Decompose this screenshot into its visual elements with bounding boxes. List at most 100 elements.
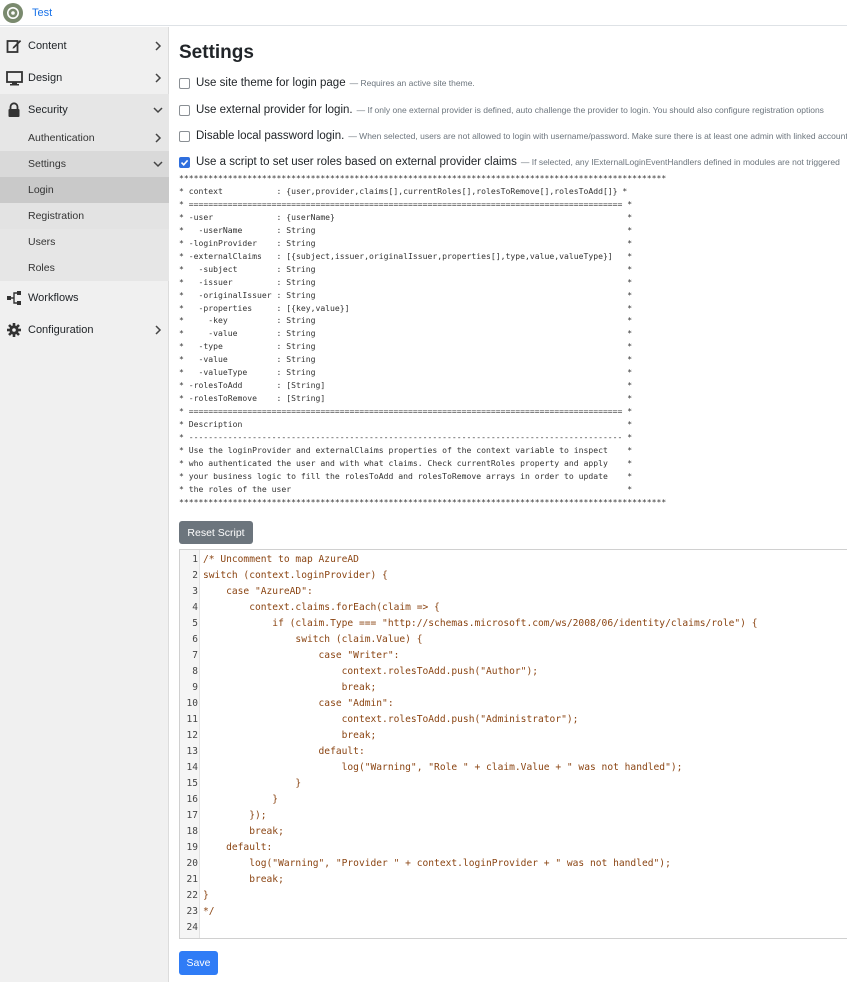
save-button[interactable]: Save [179,951,218,975]
sidebar-item-content[interactable]: Content [0,30,169,62]
doc-line: * --------------------------------------… [179,432,633,443]
orchard-logo-icon[interactable] [3,2,23,23]
option-disable-local-login[interactable]: Disable local password login. — When sel… [179,130,847,142]
code-line[interactable]: default: [203,746,365,757]
line-number-gutter: 1 2 3 4 5 6 7 8 9 10 11 12 13 14 15 16 17 18 19 20 21 22 23 24 [180,550,200,938]
code-line[interactable]: case "Admin": [203,698,394,709]
line-number: 19 [186,842,198,853]
code-line[interactable]: default: [203,842,272,853]
chevron-right-icon [147,41,169,51]
code-line[interactable]: case "Writer": [203,650,400,661]
edit-icon [0,38,28,54]
chevron-down-icon [147,160,169,168]
code-line[interactable]: } [203,794,278,805]
doc-line: * -valueType : String * [179,367,633,378]
doc-line: * context : {user,provider,claims[],curr… [179,185,628,196]
line-number: 12 [186,730,198,741]
doc-line: * -subject : String * [179,263,633,274]
line-number: 22 [186,890,198,901]
doc-line: * your business logic to fill the rolesT… [179,470,633,481]
line-number: 20 [186,858,198,869]
code-line[interactable]: } [203,778,301,789]
script-roles-checkbox[interactable] [179,156,190,168]
script-context-description: ****************************************… [179,172,666,509]
sidebar-item-configuration[interactable]: Configuration [0,314,169,346]
code-line[interactable]: switch (claim.Value) { [203,634,422,645]
code-line[interactable]: break; [203,874,284,885]
script-editor[interactable]: 1 2 3 4 5 6 7 8 9 10 11 12 13 14 15 16 17 18 19 20 21 22 23 24 … [179,549,847,939]
doc-line: * the roles of the user * [179,483,633,494]
doc-line: * -rolesToRemove : [String] * [179,393,633,404]
line-number: 24 [186,922,198,933]
code-line[interactable]: context.rolesToAdd.push("Administrator")… [203,714,579,725]
option-hint: — When selected, users are not allowed t… [348,131,847,141]
code-line[interactable]: break; [203,682,377,693]
site-theme-checkbox[interactable] [179,77,190,89]
sidebar-item-label: Security [28,104,68,116]
doc-line: * ======================================… [179,198,633,209]
code-line[interactable]: switch (context.loginProvider) { [203,570,388,581]
doc-line: * -externalClaims : [{subject,issuer,ori… [179,250,633,261]
brand-link[interactable]: Test [32,7,52,19]
monitor-icon [0,70,28,86]
option-script-roles[interactable]: Use a script to set user roles based on … [179,156,840,168]
code-line[interactable]: */ [203,906,215,917]
line-number: 15 [186,778,198,789]
chevron-right-icon [147,325,169,335]
option-hint: — If selected, any IExternalLoginEventHa… [520,157,840,167]
workflow-icon [0,290,28,306]
disable-local-login-checkbox[interactable] [179,130,190,142]
line-number: 17 [186,810,198,821]
code-line[interactable]: break; [203,730,377,741]
doc-line: * -issuer : String * [179,276,633,287]
sidebar-item-security[interactable]: Security [0,94,169,126]
sidebar-item-label: Users [28,236,56,248]
option-site-theme[interactable]: Use site theme for login page — Requires… [179,77,475,89]
option-label: Use site theme for login page [196,77,346,89]
sidebar-item-settings[interactable]: Settings [0,151,169,177]
line-number: 14 [186,762,198,773]
sidebar-item-label: Login [28,184,54,196]
code-line[interactable]: if (claim.Type === "http://schemas.micro… [203,618,757,629]
doc-line: * ======================================… [179,406,633,417]
sidebar-item-registration[interactable]: Registration [0,203,169,229]
gear-icon [0,322,28,338]
code-line[interactable]: case "AzureAD": [203,586,313,597]
code-line[interactable]: context.rolesToAdd.push("Author"); [203,666,538,677]
code-line[interactable]: log("Warning", "Role " + claim.Value + "… [203,762,683,773]
line-number: 4 [192,602,198,613]
code-line[interactable]: break; [203,826,284,837]
top-bar: Test [0,0,847,26]
sidebar-item-roles[interactable]: Roles [0,255,169,281]
code-line[interactable]: } [203,890,209,901]
doc-line: * -key : String * [179,315,633,326]
sidebar-item-workflows[interactable]: Workflows [0,282,169,314]
reset-script-button[interactable]: Reset Script [179,521,253,544]
sidebar-item-label: Content [28,40,67,52]
sidebar-item-label: Registration [28,210,85,222]
sidebar-item-users[interactable]: Users [0,229,169,255]
external-provider-checkbox[interactable] [179,104,190,116]
sidebar-item-login[interactable]: Login [0,177,169,203]
code-line[interactable]: context.claims.forEach(claim => { [203,602,440,613]
doc-line: * -rolesToAdd : [String] * [179,380,633,391]
sidebar-item-label: Design [28,72,63,84]
chevron-right-icon [147,133,169,143]
chevron-right-icon [147,73,169,83]
doc-line: * who authenticated the user and with wh… [179,457,633,468]
code-line[interactable]: log("Warning", "Provider " + context.log… [203,858,671,869]
code-line[interactable]: }); [203,810,266,821]
doc-line: * -value : String * [179,328,633,339]
sidebar-item-design[interactable]: Design [0,62,169,94]
doc-line: * Description * [179,419,633,430]
line-number: 21 [186,874,198,885]
line-number: 7 [192,650,198,661]
option-external-provider[interactable]: Use external provider for login. — If on… [179,104,824,116]
option-hint: — Requires an active site theme. [349,78,475,88]
sidebar-item-authentication[interactable]: Authentication [0,125,169,151]
line-number: 13 [186,746,198,757]
line-number: 11 [186,714,198,725]
sidebar: Content Design Security Authentication S… [0,27,169,982]
code-line[interactable]: /* Uncomment to map AzureAD [203,554,359,565]
option-label: Disable local password login. [196,130,345,142]
